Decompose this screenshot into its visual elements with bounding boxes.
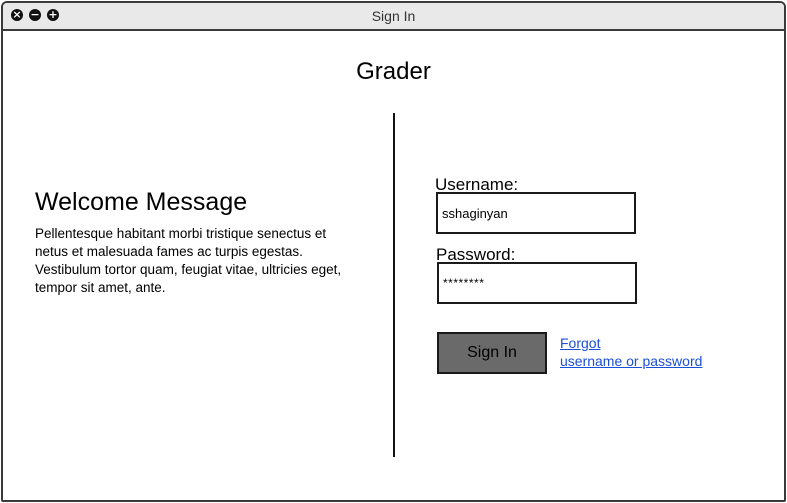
username-field[interactable]: [436, 192, 636, 234]
sign-in-button[interactable]: Sign In: [437, 332, 547, 374]
app-title: Grader: [356, 58, 431, 85]
welcome-heading: Welcome Message: [35, 188, 248, 216]
app-window: × − + Sign In Grader Welcome Message Pel…: [1, 1, 786, 502]
forgot-link-line2[interactable]: username or password: [560, 352, 702, 370]
password-field[interactable]: [437, 262, 637, 304]
vertical-divider: [393, 113, 395, 457]
window-title: Sign In: [371, 8, 416, 24]
welcome-text: Pellentesque habitant morbi tristique se…: [35, 226, 342, 295]
forgot-credentials-link[interactable]: Forgot username or password: [560, 334, 702, 370]
title-bar[interactable]: × − + Sign In: [3, 3, 784, 31]
forgot-link-line1[interactable]: Forgot: [560, 334, 702, 352]
